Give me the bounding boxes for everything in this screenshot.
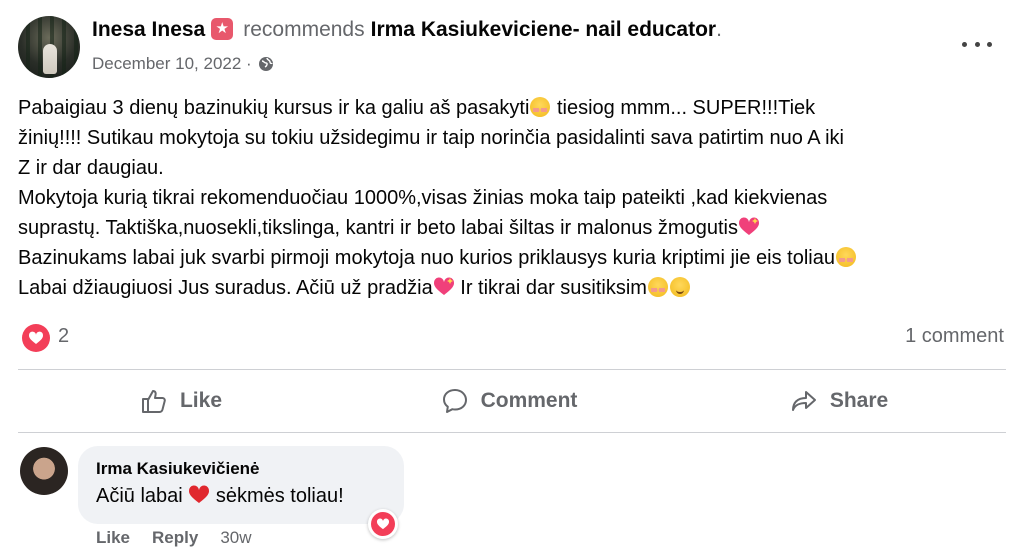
post-text-line: suprastų. Taktiška,nuosekli,tikslinga, k… — [18, 217, 738, 239]
post-date-line: December 10, 2022 · — [92, 54, 274, 74]
divider — [18, 369, 1006, 370]
divider — [18, 432, 1006, 433]
post-text-line: Ir tikrai dar susitiksim — [454, 277, 647, 299]
comment-love-reaction-icon[interactable] — [368, 509, 398, 539]
page-name[interactable]: Irma Kasiukeviciene- nail educator — [371, 18, 716, 42]
post-text-line: žinių!!!! Sutikau mokytoja su tokiu užsi… — [18, 127, 844, 149]
comment-text-part: sėkmės toliau! — [210, 485, 344, 507]
thumbs-up-icon — [141, 390, 166, 413]
like-button[interactable]: Like — [18, 378, 344, 424]
comment-actions: Like Reply 30w — [96, 528, 252, 548]
comment-count[interactable]: 1 comment — [905, 325, 1004, 348]
post-body: Pabaigiau 3 dienų bazinukių kursus ir ka… — [18, 93, 1008, 303]
sparkling-heart-emoji-icon — [433, 277, 454, 295]
comment-reply-button[interactable]: Reply — [152, 528, 198, 548]
star-badge-icon: ★ — [211, 18, 234, 40]
post-text-line: Z ir dar daugiau. — [18, 157, 164, 179]
love-reaction-icon[interactable] — [22, 324, 50, 352]
comment-label: Comment — [480, 389, 578, 412]
page-suffix: . — [716, 18, 722, 41]
commenter-name[interactable]: Irma Kasiukevičienė — [96, 459, 259, 479]
post-text-line: Mokytoja kurią tikrai rekomenduočiau 100… — [18, 187, 828, 209]
post-date[interactable]: December 10, 2022 · — [92, 54, 252, 74]
recommends-label: recommends — [243, 18, 365, 41]
share-button[interactable]: Share — [674, 378, 1004, 424]
kissing-face-emoji-icon — [647, 277, 668, 297]
more-options-icon[interactable] — [962, 34, 992, 54]
post-text-line: Labai džiaugiuosi Jus suradus. Ačiū už p… — [18, 277, 433, 299]
author-avatar[interactable] — [18, 16, 80, 78]
comment-text: Ačiū labai sėkmės toliau! — [96, 485, 344, 508]
comment-like-button[interactable]: Like — [96, 528, 130, 548]
share-label: Share — [829, 389, 889, 412]
smiling-face-emoji-icon — [835, 247, 856, 267]
post-header: Inesa Inesa ★ recommends Irma Kasiukevic… — [92, 18, 722, 42]
commenter-avatar[interactable] — [20, 447, 68, 495]
winking-face-emoji-icon — [669, 277, 690, 297]
sparkling-heart-emoji-icon — [738, 217, 759, 235]
like-label: Like — [179, 389, 223, 412]
comment-icon — [442, 389, 467, 413]
post-text-line: Bazinukams labai juk svarbi pirmoji moky… — [18, 247, 835, 269]
comment-text-part: Ačiū labai — [96, 485, 189, 507]
post-text-line: tiesiog mmm... SUPER!!!Tiek — [551, 97, 816, 119]
share-arrow-icon — [791, 391, 816, 411]
comment-time[interactable]: 30w — [220, 528, 251, 548]
red-heart-emoji-icon — [189, 485, 210, 503]
globe-icon — [258, 57, 273, 71]
smiling-face-emoji-icon — [530, 97, 551, 117]
author-name[interactable]: Inesa Inesa — [92, 18, 205, 42]
post-text-line: Pabaigiau 3 dienų bazinukių kursus ir ka… — [18, 97, 530, 119]
comment-button[interactable]: Comment — [344, 378, 674, 424]
reaction-count[interactable]: 2 — [58, 325, 69, 348]
